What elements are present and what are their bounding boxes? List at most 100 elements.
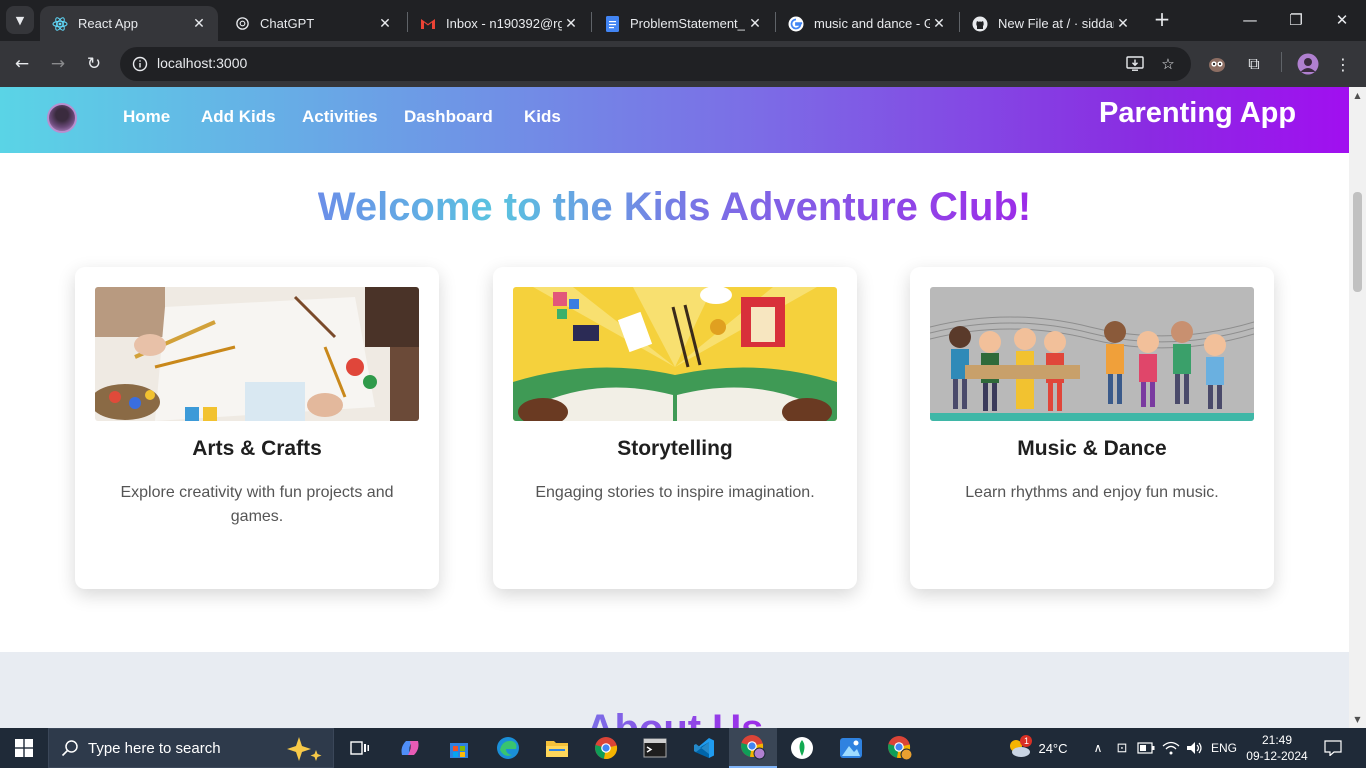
google-docs-icon [604, 15, 620, 32]
tab-github[interactable]: New File at / · siddarc ✕ [960, 6, 1142, 41]
tab-react-app[interactable]: React App ✕ [40, 6, 218, 41]
new-tab-icon[interactable]: + [1150, 8, 1174, 32]
taskbar-search-placeholder: Type here to search [88, 740, 221, 757]
bookmark-star-icon[interactable]: ☆ [1157, 53, 1179, 75]
file-explorer-icon[interactable] [533, 728, 581, 768]
show-hidden-icons-chevron-icon[interactable]: ∧ [1088, 728, 1108, 768]
nav-activities-link[interactable]: Activities [302, 107, 378, 127]
music-dance-image [930, 287, 1254, 421]
browser-tab-strip: ▼ React App ✕ ChatGPT ✕ Inbox - n190392@… [0, 0, 1366, 41]
tab-problem-statement[interactable]: ProblemStatement_III ✕ [592, 6, 774, 41]
chrome-profile-active-icon[interactable] [729, 728, 777, 768]
arts-crafts-image [95, 287, 419, 421]
meet-now-icon[interactable]: ⊡ [1112, 728, 1132, 768]
notifications-icon[interactable] [1320, 728, 1346, 768]
site-info-icon[interactable] [130, 54, 150, 74]
vscode-icon[interactable] [680, 728, 728, 768]
taskbar-search-box[interactable]: Type here to search [48, 728, 334, 768]
weather-icon: 1 [1006, 735, 1033, 759]
forward-icon[interactable]: → [44, 50, 72, 78]
chrome-icon[interactable] [582, 728, 630, 768]
nav-home-link[interactable]: Home [123, 107, 170, 127]
nav-add-kids-link[interactable]: Add Kids [201, 107, 276, 127]
activity-card-description: Engaging stories to inspire imagination. [535, 484, 815, 501]
nav-dashboard-link[interactable]: Dashboard [404, 107, 493, 127]
search-icon [61, 739, 81, 759]
weather-widget[interactable]: 1 24°C [1002, 728, 1072, 768]
wifi-icon[interactable] [1160, 728, 1182, 768]
welcome-heading-text: Welcome to the Kids Adventure Club! [317, 185, 1032, 229]
copilot-icon[interactable] [386, 728, 434, 768]
close-tab-icon[interactable]: ✕ [930, 15, 948, 32]
restore-icon[interactable]: ❐ [1273, 0, 1319, 40]
search-highlight-sparkle-icon [279, 735, 329, 763]
scrollbar-thumb[interactable] [1353, 192, 1362, 292]
clock-time: 21:49 [1261, 733, 1293, 747]
app-navbar: Home Add Kids Activities Dashboard Kids … [0, 87, 1349, 153]
about-section: About Us [0, 652, 1349, 728]
page-scrollbar[interactable]: ▲ ▼ [1349, 87, 1366, 728]
tab-google-search[interactable]: music and dance - Go ✕ [776, 6, 958, 41]
activity-card-storytelling[interactable]: Storytelling Engaging stories to inspire… [493, 267, 857, 589]
activity-card-description: Learn rhythms and enjoy fun music. [965, 484, 1219, 501]
tab-gmail-inbox[interactable]: Inbox - n190392@rgu ✕ [408, 6, 590, 41]
react-icon [52, 16, 68, 32]
tab-search-dropdown-icon[interactable]: ▼ [6, 6, 34, 34]
close-tab-icon[interactable]: ✕ [190, 15, 208, 32]
tab-label: New File at / · siddarc [998, 16, 1114, 31]
clock[interactable]: 21:49 09-12-2024 [1242, 728, 1312, 768]
tab-label: React App [78, 16, 138, 31]
tab-chatgpt[interactable]: ChatGPT ✕ [222, 6, 404, 41]
profile-avatar-icon[interactable] [1296, 52, 1320, 76]
close-tab-icon[interactable]: ✕ [376, 15, 394, 32]
about-heading: About Us [0, 707, 1349, 728]
address-bar[interactable]: localhost:3000 ☆ [120, 47, 1191, 81]
back-icon[interactable]: ← [8, 50, 36, 78]
activity-card-description: Explore creativity with fun projects and… [120, 484, 394, 525]
tab-label: ChatGPT [260, 16, 315, 31]
photos-icon[interactable] [827, 728, 875, 768]
terminal-icon[interactable] [631, 728, 679, 768]
language-indicator[interactable]: ENG [1208, 728, 1240, 768]
gmail-icon [420, 16, 436, 32]
extension-owl-icon[interactable] [1205, 52, 1229, 76]
browser-toolbar: ← → ↻ localhost:3000 ☆ ⧉ ⋮ [0, 41, 1366, 87]
close-tab-icon[interactable]: ✕ [746, 15, 764, 32]
activity-card-title: Storytelling [617, 437, 733, 460]
mongodb-compass-icon[interactable] [778, 728, 826, 768]
reload-icon[interactable]: ↻ [80, 50, 108, 78]
activity-card-title: Arts & Crafts [192, 437, 322, 460]
github-icon [972, 16, 988, 32]
toolbar-divider [1281, 52, 1282, 72]
windows-taskbar: Type here to search 1 24°C ∧ ⊡ ENG 21:49… [0, 728, 1366, 768]
minimize-icon[interactable]: — [1227, 0, 1273, 40]
tab-label: music and dance - Go [814, 16, 930, 31]
battery-icon[interactable] [1136, 728, 1156, 768]
activity-card-music-dance[interactable]: Music & Dance Learn rhythms and enjoy fu… [910, 267, 1274, 589]
microsoft-store-icon[interactable] [435, 728, 483, 768]
clock-date: 09-12-2024 [1246, 749, 1308, 763]
activity-card-arts-crafts[interactable]: Arts & Crafts Explore creativity with fu… [75, 267, 439, 589]
close-tab-icon[interactable]: ✕ [562, 15, 580, 32]
extensions-puzzle-icon[interactable]: ⧉ [1242, 52, 1266, 76]
browser-menu-icon[interactable]: ⋮ [1331, 52, 1355, 76]
about-heading-text: About Us [586, 707, 764, 728]
close-tab-icon[interactable]: ✕ [1114, 15, 1132, 32]
weather-temperature: 24°C [1038, 740, 1068, 756]
volume-icon[interactable] [1184, 728, 1206, 768]
scroll-down-icon[interactable]: ▼ [1349, 711, 1366, 728]
user-avatar[interactable] [47, 103, 77, 133]
welcome-heading: Welcome to the Kids Adventure Club! [0, 184, 1349, 230]
install-app-icon[interactable] [1124, 53, 1146, 75]
windows-start-icon[interactable] [0, 728, 48, 768]
react-app-page: Home Add Kids Activities Dashboard Kids … [0, 87, 1349, 728]
edge-browser-icon[interactable] [484, 728, 532, 768]
url-text: localhost:3000 [157, 55, 248, 71]
scroll-up-icon[interactable]: ▲ [1349, 87, 1366, 104]
close-window-icon[interactable]: ✕ [1319, 0, 1365, 40]
chrome-secondary-icon[interactable] [876, 728, 924, 768]
storytelling-image [513, 287, 837, 421]
task-view-icon[interactable] [336, 728, 384, 768]
google-icon [788, 16, 804, 32]
nav-kids-link[interactable]: Kids [524, 107, 561, 127]
